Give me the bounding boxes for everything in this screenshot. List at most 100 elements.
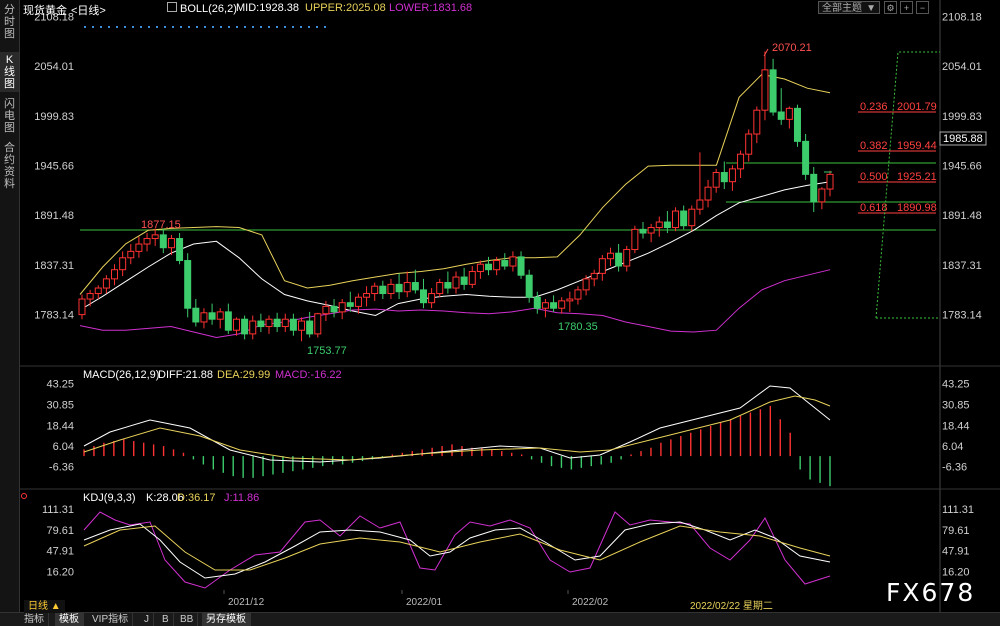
kdj-k-line — [83, 521, 831, 579]
macd-diff: DIFF:21.88 — [158, 369, 214, 381]
tab-j[interactable]: J — [140, 613, 154, 626]
dot-marker — [188, 26, 190, 28]
tab-indicator[interactable]: 指标 — [20, 613, 49, 626]
candle-body — [566, 298, 574, 302]
tab-vip-indicator[interactable]: VIP指标 — [88, 613, 134, 626]
candle-body — [558, 300, 566, 309]
price-axis-right-label: 1783.14 — [942, 310, 982, 322]
tab-bb[interactable]: BB — [176, 613, 199, 626]
macd-axis-left-label: 30.85 — [46, 399, 74, 411]
candle-body — [379, 285, 387, 295]
zoom-out-icon[interactable]: − — [916, 1, 929, 14]
zoom-in-icon[interactable]: + — [900, 1, 913, 14]
candle-body — [249, 320, 257, 335]
candle-body — [428, 293, 436, 304]
candle-body — [541, 302, 549, 309]
candle-body — [525, 274, 533, 298]
kline-chart[interactable]: 2108.18 2108.182054.01 2054.011999.83 1999.… — [0, 0, 1000, 612]
candle-body — [208, 312, 216, 320]
candle-body — [159, 234, 167, 249]
dot-marker — [228, 26, 230, 28]
dot-marker — [268, 26, 270, 28]
annotation-low-2: 1780.35 — [558, 321, 598, 333]
candle-body — [737, 153, 745, 170]
tab-flash[interactable]: 闪电图 — [0, 96, 19, 136]
price-axis-left-label: 1999.83 — [34, 111, 74, 123]
boll-name-text: BOLL(26,2) — [180, 3, 237, 15]
candle-body — [615, 252, 623, 267]
dot-marker — [124, 26, 126, 28]
dot-marker — [220, 26, 222, 28]
fib-value: 1890.98 — [897, 202, 937, 214]
candle-body — [509, 256, 517, 267]
dot-marker — [172, 26, 174, 28]
kdj-d-line — [83, 525, 831, 571]
candle-body — [598, 258, 606, 274]
candle-body — [476, 263, 484, 273]
price-axis-right-label: 2108.18 — [942, 12, 982, 24]
boll-mid-line — [79, 181, 831, 317]
candle-body — [688, 208, 696, 227]
price-axis-left-label: 1837.31 — [34, 260, 74, 272]
date-label-current: 2022/02/22 星期二 — [690, 601, 773, 612]
tab-template[interactable]: 模板 — [55, 613, 84, 626]
candle-body — [111, 269, 119, 280]
candle-body — [167, 238, 175, 249]
dot-marker — [204, 26, 206, 28]
dot-marker — [252, 26, 254, 28]
candle-body — [298, 320, 306, 331]
kdj-marker-icon — [21, 493, 27, 499]
tab-contract[interactable]: 合约资料 — [0, 140, 19, 190]
tab-timeshare[interactable]: 分时图 — [0, 2, 19, 48]
macd-axis-right-label: 30.85 — [942, 399, 970, 411]
candle-body — [501, 260, 509, 267]
candle-body — [810, 173, 818, 203]
period-label: <日线> — [71, 5, 106, 17]
price-axis-right-label: 1945.66 — [942, 161, 982, 173]
candle-body — [550, 302, 558, 309]
tab-save-template[interactable]: 另存模板 — [202, 613, 251, 626]
candle-body — [672, 210, 680, 229]
candle-body — [338, 302, 346, 313]
macd-axis-right-label: 43.25 — [942, 379, 970, 391]
candle-body — [533, 296, 541, 309]
bottom-toolbar: 日线 ▲ 指标 模板 VIP指标 J B BB 另存模板 — [0, 600, 1000, 626]
theme-dropdown[interactable]: 全部主题 ▼ — [818, 1, 880, 14]
date-label-dec: 2021/12 — [228, 597, 265, 608]
fib-projection-line — [875, 51, 940, 319]
dot-marker — [180, 26, 182, 28]
settings-icon[interactable]: ⚙ — [884, 1, 897, 14]
candle-body — [452, 276, 460, 289]
boll-upper: UPPER:2025.08 — [305, 2, 386, 14]
tab-b[interactable]: B — [158, 613, 174, 626]
candle-body — [273, 318, 281, 328]
macd-axis-right-label: 18.44 — [942, 420, 970, 432]
fib-value: 2001.79 — [897, 101, 937, 113]
candle-body — [663, 221, 671, 229]
dot-marker — [308, 26, 310, 28]
macd-axis-right-label: 6.04 — [942, 441, 963, 453]
macd-axis-left-label: 18.44 — [46, 420, 74, 432]
candle-body — [289, 318, 297, 331]
dot-marker — [260, 26, 262, 28]
candle-body — [127, 250, 135, 259]
candle-body — [647, 227, 655, 234]
dot-marker — [276, 26, 278, 28]
candle-body — [680, 210, 688, 227]
annotation-low-1: 1753.77 — [307, 345, 347, 357]
candle-body — [590, 272, 598, 280]
boll-name: BOLL(26,2) — [167, 2, 237, 15]
candle-body — [712, 172, 720, 188]
fib-value: 1959.44 — [897, 140, 937, 152]
tab-kline[interactable]: K线图 — [0, 52, 19, 92]
candle-body — [582, 278, 590, 291]
dot-marker — [92, 26, 94, 28]
dot-marker — [292, 26, 294, 28]
theme-label: 全部主题 — [822, 3, 862, 14]
dot-marker — [212, 26, 214, 28]
period-selector[interactable]: 日线 ▲ — [24, 600, 65, 613]
candle-body — [720, 172, 728, 183]
candle-body — [135, 243, 143, 252]
candle-body — [306, 320, 314, 335]
kdj-axis-left-label: 111.31 — [42, 504, 74, 516]
